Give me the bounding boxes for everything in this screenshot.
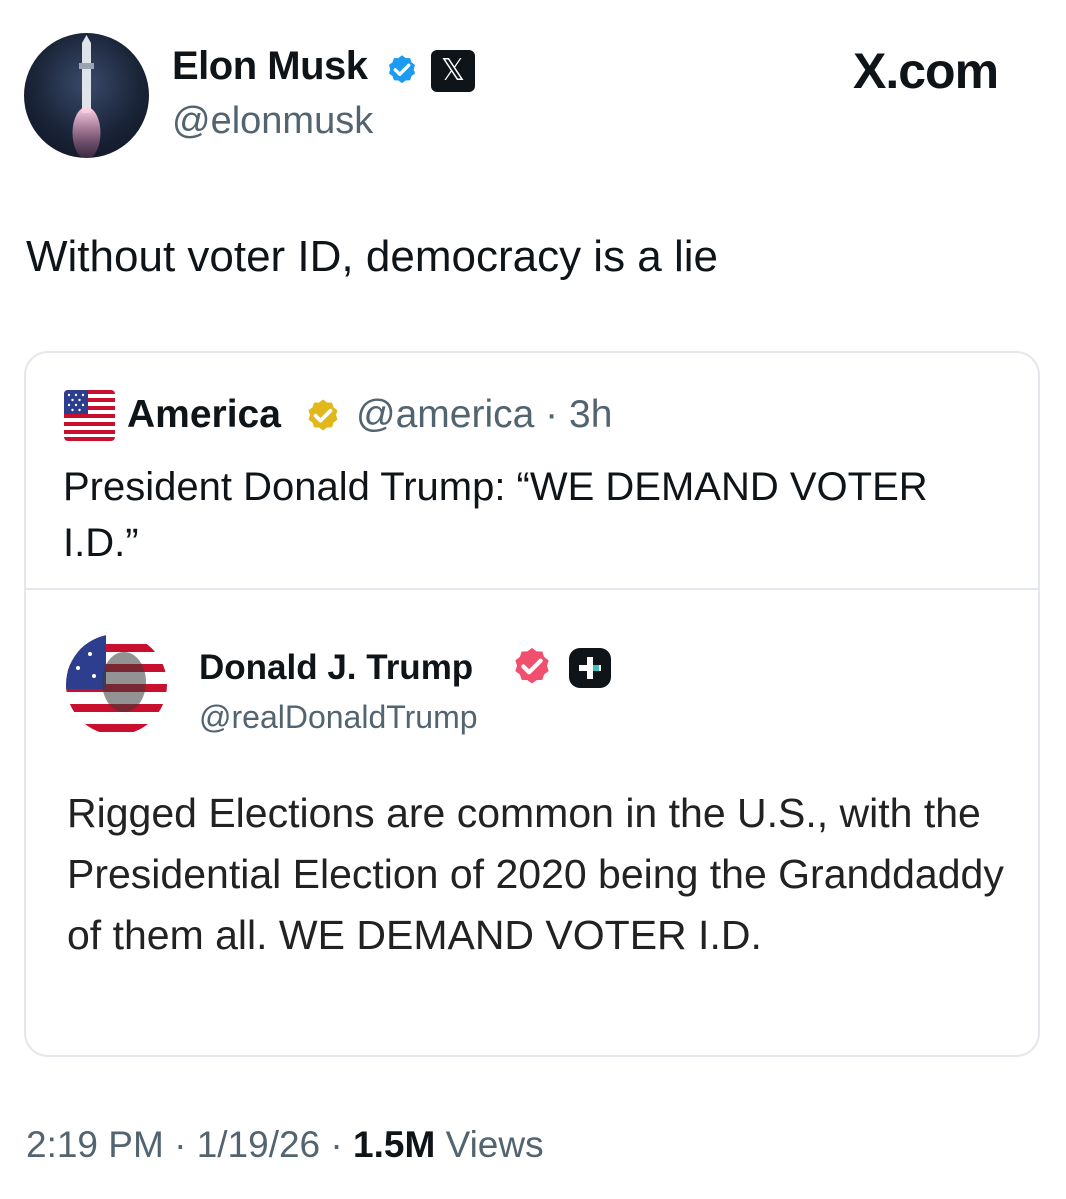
post-date[interactable]: 1/19/26 xyxy=(197,1124,320,1165)
post-text: Without voter ID, democracy is a lie xyxy=(26,232,719,281)
author-handle[interactable]: @elonmusk xyxy=(172,100,373,143)
x-logo-icon: 𝕏 xyxy=(431,50,475,92)
quoted-post-age[interactable]: 3h xyxy=(569,393,612,436)
post-meta: 2:19 PM · 1/19/26 · 1.5M Views xyxy=(26,1124,544,1166)
quoted-post-card[interactable]: America @america · 3h President Donald T… xyxy=(24,351,1040,1057)
rocket-avatar-image xyxy=(72,35,101,158)
quoted-meta: @america · 3h xyxy=(356,393,612,437)
us-flag-icon xyxy=(64,390,115,441)
embedded-author-name: Donald J. Trump xyxy=(199,648,474,687)
plus-badge-icon xyxy=(569,648,611,688)
embedded-author-avatar xyxy=(66,634,167,735)
post-time[interactable]: 2:19 PM xyxy=(26,1124,164,1165)
quoted-post-text: President Donald Trump: “WE DEMAND VOTER… xyxy=(63,465,928,565)
embedded-author-handle: @realDonaldTrump xyxy=(199,699,478,735)
meta-separator: · xyxy=(174,1124,187,1165)
divider xyxy=(26,588,1038,590)
pink-verified-icon xyxy=(515,647,549,684)
meta-separator: · xyxy=(545,393,559,436)
embedded-post-text: Rigged Elections are common in the U.S.,… xyxy=(67,790,1004,958)
author-avatar[interactable] xyxy=(24,33,149,158)
verified-badge-icon xyxy=(388,55,416,84)
quoted-author-handle[interactable]: @america xyxy=(356,393,534,436)
views-label[interactable]: Views xyxy=(446,1124,544,1165)
meta-separator: · xyxy=(330,1124,343,1165)
views-count[interactable]: 1.5M xyxy=(353,1124,435,1165)
quoted-author-name[interactable]: America xyxy=(127,393,281,437)
author-name[interactable]: Elon Musk xyxy=(172,44,368,89)
site-brand: X.com xyxy=(853,43,999,99)
gold-verified-icon xyxy=(308,399,338,431)
